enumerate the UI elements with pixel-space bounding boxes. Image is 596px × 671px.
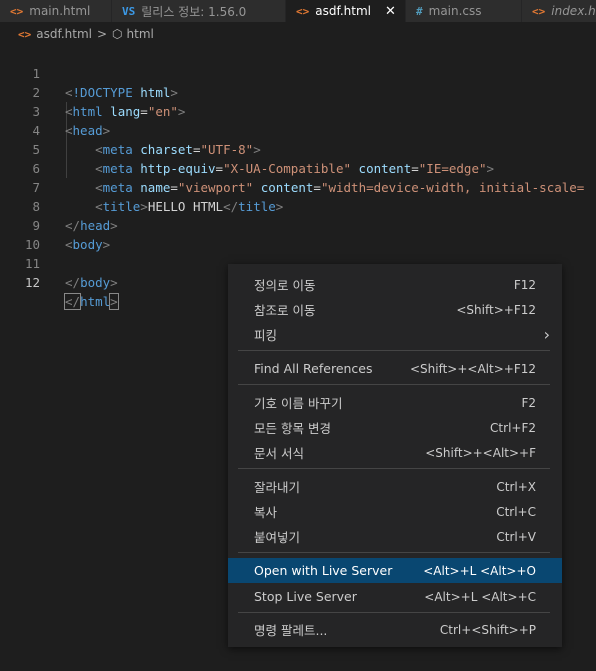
chevron-right-icon: › — [543, 325, 550, 344]
line-number: 12 — [24, 275, 40, 290]
menu-item-copy[interactable]: 복사 Ctrl+C — [228, 499, 562, 524]
html-file-icon: <> — [532, 4, 546, 18]
menu-item-stop-live-server[interactable]: Stop Live Server <Alt>+L <Alt>+C — [228, 584, 562, 609]
breadcrumb-symbol[interactable]: html — [127, 27, 154, 41]
menu-item-command-palette[interactable]: 명령 팔레트... Ctrl+<Shift>+P — [228, 617, 562, 642]
tab-label: main.css — [428, 4, 482, 18]
menu-separator — [238, 468, 550, 469]
tab-main-html[interactable]: <> main.html — [0, 0, 112, 22]
code-line: 8 </head> — [0, 178, 596, 233]
code-line: 1 <!DOCTYPE html> — [0, 45, 596, 100]
html-file-icon: <> — [10, 4, 24, 18]
tab-label: asdf.html — [315, 4, 371, 18]
menu-item-format-document[interactable]: 문서 서식 <Shift>+<Alt>+F — [228, 440, 562, 465]
tab-release-notes[interactable]: VS 릴리스 정보: 1.56.0 — [112, 0, 286, 22]
menu-item-find-all-references[interactable]: Find All References <Shift>+<Alt>+F12 — [228, 356, 562, 381]
code-line: 2 <html lang="en"> — [0, 64, 596, 119]
menu-item-peek[interactable]: 피킹 › — [228, 322, 562, 347]
tab-asdf-html[interactable]: <> asdf.html ✕ — [286, 0, 406, 22]
html-file-icon: <> — [18, 27, 32, 41]
code-line: 3 <head> — [0, 83, 596, 138]
menu-separator — [238, 350, 550, 351]
close-icon[interactable]: ✕ — [385, 4, 396, 19]
code-line: 11 </body> — [0, 235, 596, 290]
css-file-icon: # — [416, 4, 423, 18]
menu-item-cut[interactable]: 잘라내기 Ctrl+X — [228, 474, 562, 499]
menu-item-rename-symbol[interactable]: 기호 이름 바꾸기 F2 — [228, 390, 562, 415]
code-line: 5 <meta http-equiv="X-UA-Compatible" con… — [0, 121, 596, 176]
tab-main-css[interactable]: # main.css — [406, 0, 522, 22]
code-line: 9 <body> — [0, 197, 596, 252]
menu-item-paste[interactable]: 붙여넣기 Ctrl+V — [228, 524, 562, 549]
breadcrumb: <> asdf.html > ⬡ html — [0, 24, 596, 44]
code-line: 7 <title>HELLO HTML</title> — [0, 159, 596, 214]
code-line: 10 — [0, 216, 596, 252]
context-menu: 정의로 이동 F12 참조로 이동 <Shift>+F12 피킹 › Find All… — [228, 264, 562, 647]
editor-tab-bar: <> main.html VS 릴리스 정보: 1.56.0 <> asdf.h… — [0, 0, 596, 22]
menu-separator — [238, 552, 550, 553]
menu-item-go-to-definition[interactable]: 정의로 이동 F12 — [228, 272, 562, 297]
tab-index-html[interactable]: <> index.h — [522, 0, 596, 22]
menu-separator — [238, 612, 550, 613]
menu-separator — [238, 384, 550, 385]
tab-label: 릴리스 정보: 1.56.0 — [141, 4, 247, 19]
symbol-cube-icon: ⬡ — [112, 27, 123, 41]
code-line: 4 <meta charset="UTF-8"> — [0, 102, 596, 157]
vscode-icon: VS — [122, 4, 136, 18]
menu-item-open-with-live-server[interactable]: Open with Live Server <Alt>+L <Alt>+O — [228, 558, 562, 583]
code-line: 6 <meta name="viewport" content="width=d… — [0, 140, 596, 195]
tab-label: index.h — [551, 4, 596, 18]
menu-item-go-to-references[interactable]: 참조로 이동 <Shift>+F12 — [228, 297, 562, 322]
breadcrumb-file[interactable]: asdf.html — [36, 27, 92, 41]
menu-item-change-all-occurrences[interactable]: 모든 항목 변경 Ctrl+F2 — [228, 415, 562, 440]
chevron-right-icon: > — [96, 27, 108, 41]
html-file-icon: <> — [296, 4, 310, 18]
tab-label: main.html — [29, 4, 91, 18]
